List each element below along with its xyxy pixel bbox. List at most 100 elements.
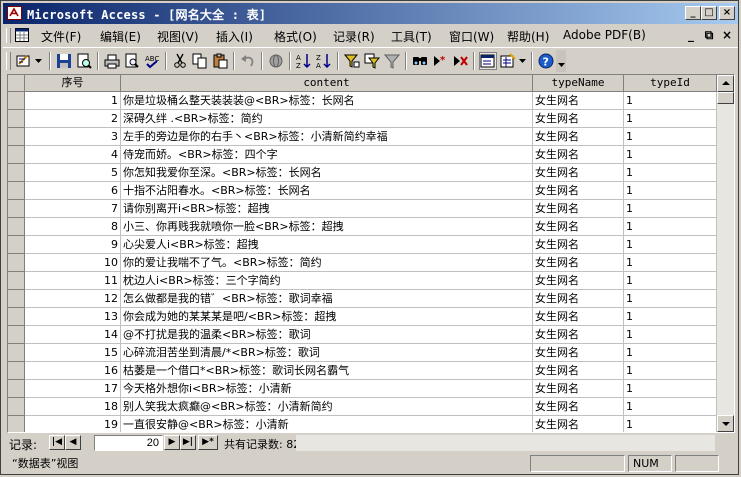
- cell-typeid[interactable]: 1: [624, 290, 717, 308]
- new-record-nav-button[interactable]: ▶*: [198, 435, 218, 450]
- cell-typeid[interactable]: 1: [624, 146, 717, 164]
- scroll-down-button[interactable]: [717, 415, 734, 432]
- record-selector[interactable]: [8, 236, 25, 254]
- first-record-button[interactable]: |◀: [49, 435, 65, 450]
- record-selector[interactable]: [8, 308, 25, 326]
- cell-content[interactable]: 一直很安静@<BR>标签：小清新: [121, 416, 533, 432]
- record-selector[interactable]: [8, 398, 25, 416]
- cell-id[interactable]: 17: [25, 380, 121, 398]
- cell-content[interactable]: 深碍久绊 .<BR>标签：简约: [121, 110, 533, 128]
- cell-typeid[interactable]: 1: [624, 236, 717, 254]
- cell-typeid[interactable]: 1: [624, 272, 717, 290]
- menu-edit[interactable]: 编辑(E): [100, 28, 141, 45]
- cell-typeid[interactable]: 1: [624, 164, 717, 182]
- print-preview-icon[interactable]: [123, 52, 141, 70]
- previous-record-button[interactable]: ◀: [65, 435, 81, 450]
- undo-icon[interactable]: [239, 52, 257, 70]
- column-header-content[interactable]: content: [121, 75, 533, 92]
- cell-id[interactable]: 15: [25, 344, 121, 362]
- cell-typename[interactable]: 女生网名: [533, 398, 624, 416]
- cell-typename[interactable]: 女生网名: [533, 380, 624, 398]
- column-header-id[interactable]: 序号: [25, 75, 121, 92]
- cell-typeid[interactable]: 1: [624, 398, 717, 416]
- cell-content[interactable]: 枯萎是一个借口*<BR>标签：歌词长网名霸气: [121, 362, 533, 380]
- save-icon[interactable]: [55, 52, 73, 70]
- cell-content[interactable]: 怎么做都是我的错゛<BR>标签：歌词幸福: [121, 290, 533, 308]
- cell-typename[interactable]: 女生网名: [533, 290, 624, 308]
- record-selector[interactable]: [8, 218, 25, 236]
- cell-typeid[interactable]: 1: [624, 416, 717, 432]
- menu-insert[interactable]: 插入(I): [216, 28, 253, 45]
- current-record-input[interactable]: 20: [94, 435, 163, 451]
- next-record-button[interactable]: ▶: [164, 435, 180, 450]
- find-icon[interactable]: [411, 52, 429, 70]
- cell-id[interactable]: 14: [25, 326, 121, 344]
- scroll-thumb[interactable]: [717, 92, 734, 104]
- cell-content[interactable]: 心碎流泪苦坐到清晨/*<BR>标签：歌词: [121, 344, 533, 362]
- print-icon[interactable]: [103, 52, 121, 70]
- menu-grip[interactable]: [6, 28, 11, 43]
- cell-typename[interactable]: 女生网名: [533, 146, 624, 164]
- cell-content[interactable]: 左手的旁边是你的右手丶<BR>标签：小清新简约幸福: [121, 128, 533, 146]
- cell-typename[interactable]: 女生网名: [533, 362, 624, 380]
- cell-content[interactable]: 小三、你再贱我就喷你一脸<BR>标签：超拽: [121, 218, 533, 236]
- record-selector[interactable]: [8, 344, 25, 362]
- cell-typeid[interactable]: 1: [624, 128, 717, 146]
- cell-typename[interactable]: 女生网名: [533, 272, 624, 290]
- cell-content[interactable]: 你是垃圾桶么整天装装装@<BR>标签：长网名: [121, 92, 533, 110]
- record-selector[interactable]: [8, 326, 25, 344]
- cell-typeid[interactable]: 1: [624, 182, 717, 200]
- cell-typeid[interactable]: 1: [624, 380, 717, 398]
- filter-by-form-icon[interactable]: [363, 52, 381, 70]
- cell-id[interactable]: 18: [25, 398, 121, 416]
- cell-typeid[interactable]: 1: [624, 344, 717, 362]
- view-dropdown-icon[interactable]: [33, 52, 43, 70]
- cell-typeid[interactable]: 1: [624, 326, 717, 344]
- record-selector[interactable]: [8, 290, 25, 308]
- cell-typeid[interactable]: 1: [624, 308, 717, 326]
- menu-records[interactable]: 记录(R): [333, 28, 375, 45]
- cell-typename[interactable]: 女生网名: [533, 200, 624, 218]
- new-record-icon[interactable]: *: [431, 52, 449, 70]
- record-selector[interactable]: [8, 110, 25, 128]
- cell-id[interactable]: 4: [25, 146, 121, 164]
- cell-typename[interactable]: 女生网名: [533, 110, 624, 128]
- new-object-icon[interactable]: [499, 52, 517, 70]
- cell-content[interactable]: 别人笑我太疯癫@<BR>标签：小清新简约: [121, 398, 533, 416]
- cell-id[interactable]: 6: [25, 182, 121, 200]
- sort-ascending-icon[interactable]: AZ: [295, 52, 313, 70]
- cell-typename[interactable]: 女生网名: [533, 254, 624, 272]
- cell-id[interactable]: 7: [25, 200, 121, 218]
- cell-id[interactable]: 9: [25, 236, 121, 254]
- cell-content[interactable]: 心尖爱人i<BR>标签：超拽: [121, 236, 533, 254]
- toolbar-grip[interactable]: [6, 52, 11, 70]
- mdi-restore-button[interactable]: ⧉: [701, 28, 717, 43]
- cell-id[interactable]: 1: [25, 92, 121, 110]
- cell-id[interactable]: 3: [25, 128, 121, 146]
- record-selector[interactable]: [8, 146, 25, 164]
- menu-view[interactable]: 视图(V): [157, 28, 199, 45]
- cell-id[interactable]: 12: [25, 290, 121, 308]
- record-selector[interactable]: [8, 362, 25, 380]
- menu-file[interactable]: 文件(F): [41, 28, 81, 45]
- cell-typeid[interactable]: 1: [624, 362, 717, 380]
- cell-typeid[interactable]: 1: [624, 200, 717, 218]
- delete-record-icon[interactable]: [451, 52, 469, 70]
- menu-tools[interactable]: 工具(T): [391, 28, 432, 45]
- menu-help[interactable]: 帮助(H): [507, 28, 549, 45]
- cell-typeid[interactable]: 1: [624, 254, 717, 272]
- record-selector[interactable]: [8, 128, 25, 146]
- cell-content[interactable]: 你的爱让我喘不了气。<BR>标签：简约: [121, 254, 533, 272]
- cell-id[interactable]: 13: [25, 308, 121, 326]
- cell-content[interactable]: 今天格外想你i<BR>标签：小清新: [121, 380, 533, 398]
- help-icon[interactable]: ?: [537, 52, 555, 70]
- menu-format[interactable]: 格式(O): [274, 28, 317, 45]
- menu-window[interactable]: 窗口(W): [449, 28, 494, 45]
- apply-filter-icon[interactable]: [383, 52, 401, 70]
- scroll-up-button[interactable]: [717, 75, 734, 92]
- cell-content[interactable]: @不打扰是我的温柔<BR>标签：歌词: [121, 326, 533, 344]
- column-header-typeid[interactable]: typeId: [624, 75, 717, 92]
- file-search-icon[interactable]: [75, 52, 93, 70]
- record-selector[interactable]: [8, 272, 25, 290]
- mdi-close-button[interactable]: ×: [719, 28, 735, 42]
